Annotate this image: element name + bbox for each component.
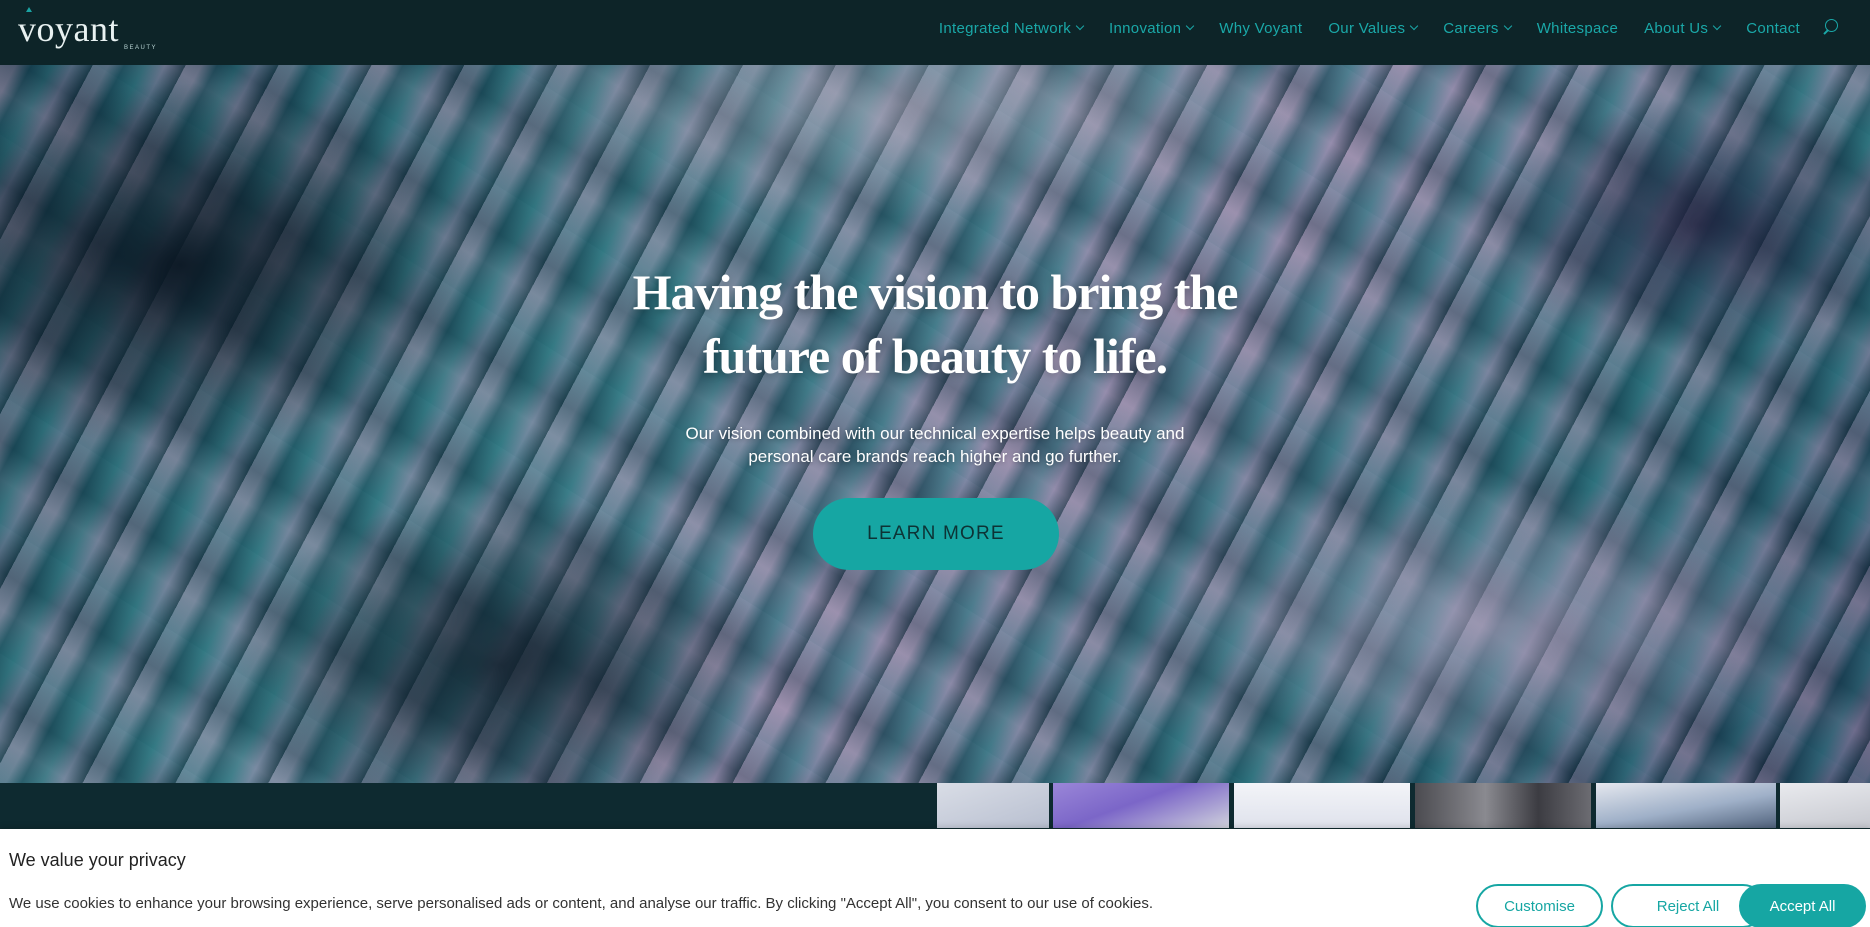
nav-item-why-voyant[interactable]: Why Voyant [1219,20,1302,37]
customise-button[interactable]: Customise [1476,884,1603,927]
hero-background: Having the vision to bring the future of… [0,65,1870,783]
nav-item-label: Our Values [1328,19,1406,37]
strip-image-5 [1596,783,1776,828]
nav-item-careers[interactable]: Careers [1443,19,1512,37]
nav-item-about-us[interactable]: About Us [1644,19,1722,37]
cookie-title: We value your privacy [9,850,186,870]
hero-title-line-2: future of beauty to life. [702,328,1168,384]
logo-wordmark: voyant [18,9,119,49]
search-icon[interactable] [1822,18,1840,38]
chevron-down-icon [1410,21,1419,31]
voyant-logo[interactable]: voyant BEAUTY [18,6,156,56]
hero-section: Having the vision to bring the future of… [0,65,1870,783]
main-nav: Integrated Network Innovation Why Voyant Ou… [913,0,1840,56]
nav-item-label: Whitespace [1536,19,1619,37]
nav-item-whitespace[interactable]: Whitespace [1537,20,1618,37]
image-strip [0,783,1870,828]
strip-image-3 [1234,783,1410,828]
chevron-down-icon [1503,21,1512,31]
hero-subtitle: Our vision combined with our technical e… [635,422,1235,468]
cookie-banner: We value your privacy We use cookies to … [0,829,1870,927]
hero-subtitle-line-2: personal care brands reach higher and go… [748,447,1122,466]
nav-item-label: Innovation [1109,19,1182,37]
strip-image-1 [937,783,1049,828]
nav-item-innovation[interactable]: Innovation [1109,19,1195,37]
nav-item-label: Contact [1746,19,1800,37]
chevron-down-icon [1712,21,1722,31]
hero-subtitle-line-1: Our vision combined with our technical e… [685,424,1185,443]
learn-more-button[interactable]: LEARN MORE [813,498,1059,570]
strip-image-4 [1415,783,1591,828]
strip-image-6 [1780,783,1870,828]
site-header: voyant BEAUTY Integrated Network Innovati… [0,0,1870,65]
nav-item-label: Why Voyant [1219,19,1303,37]
nav-item-our-values[interactable]: Our Values [1328,19,1419,37]
accept-all-button[interactable]: Accept All [1739,884,1866,927]
nav-item-label: Careers [1443,19,1499,37]
logo-tagline: BEAUTY [124,45,158,51]
hero-title-line-1: Having the vision to bring the [632,264,1239,320]
nav-item-label: Integrated Network [938,19,1072,37]
strip-image-2 [1053,783,1229,828]
nav-item-contact[interactable]: Contact [1746,20,1800,37]
hero-title: Having the vision to bring the future of… [535,260,1335,388]
cookie-text: We use cookies to enhance your browsing … [9,895,1154,912]
nav-item-integrated-network[interactable]: Integrated Network [938,19,1085,37]
nav-item-label: About Us [1644,19,1709,37]
chevron-down-icon [1075,21,1085,31]
chevron-down-icon [1186,21,1195,31]
